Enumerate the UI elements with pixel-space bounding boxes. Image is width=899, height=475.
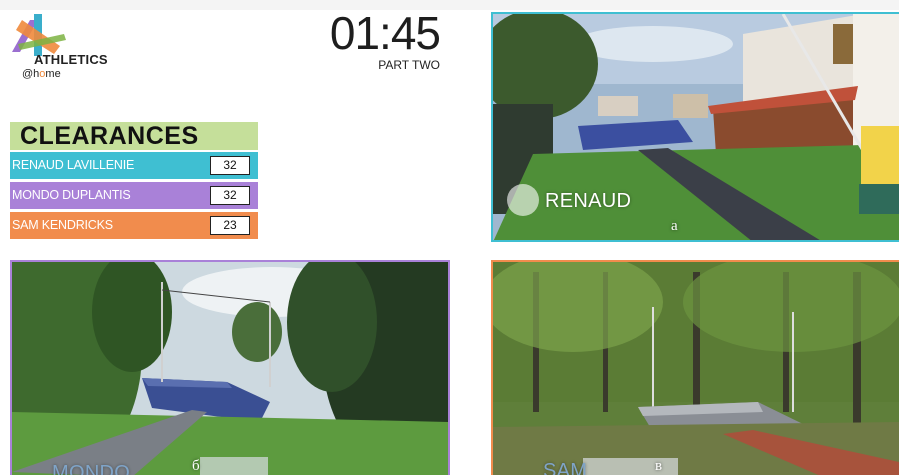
panel-letter-a: a xyxy=(671,218,678,234)
athletics-at-home-logo: ATHLETICS @home xyxy=(8,12,128,82)
athlete-name: SAM KENDRICKS xyxy=(12,218,113,232)
clearance-count: 23 xyxy=(210,216,250,235)
top-strip xyxy=(0,0,899,10)
panel-letter-b: б xyxy=(192,458,200,474)
backyard-vault-scene-mondo xyxy=(12,262,448,475)
score-row-mondo: MONDO DUPLANTIS 32 xyxy=(10,182,258,209)
video-panel-mondo[interactable]: MONDO б xyxy=(10,260,450,475)
video-panel-sam[interactable]: SAM в xyxy=(491,260,899,475)
clearance-count: 32 xyxy=(210,156,250,175)
clearance-count: 32 xyxy=(210,186,250,205)
panel-caption-mondo: MONDO xyxy=(52,462,131,475)
athlete-name: RENAUD LAVILLENIE xyxy=(12,158,135,172)
logo-text-athletics: ATHLETICS xyxy=(34,52,108,67)
countdown-timer: 01:45 xyxy=(329,7,441,59)
clearances-title: CLEARANCES xyxy=(10,122,258,150)
backyard-vault-scene-sam xyxy=(493,262,899,475)
score-row-renaud: RENAUD LAVILLENIE 32 xyxy=(10,152,258,179)
timer-part-label: PART TWO xyxy=(378,58,440,72)
video-panel-renaud[interactable]: RENAUD a xyxy=(491,12,899,242)
athlete-name: MONDO DUPLANTIS xyxy=(12,188,131,202)
score-row-sam: SAM KENDRICKS 23 xyxy=(10,212,258,239)
logo-text-at-home: @home xyxy=(22,68,61,80)
panel-caption-sam: SAM xyxy=(543,460,588,475)
panel-letter-c: в xyxy=(655,458,663,474)
panel-caption-renaud: RENAUD xyxy=(545,190,632,212)
